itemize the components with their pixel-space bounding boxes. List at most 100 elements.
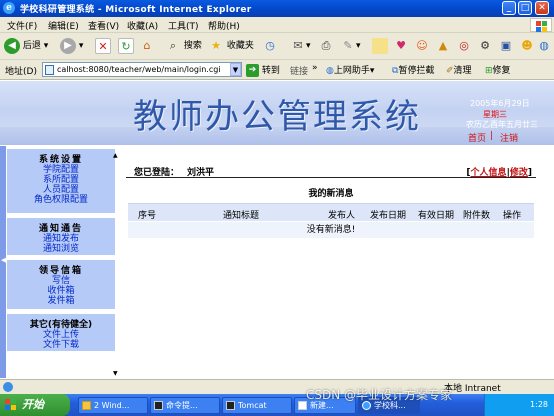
sidebar-item-outbox[interactable]: 发件箱: [7, 296, 115, 306]
sidebar-item-file-upload[interactable]: 文件上传: [7, 330, 115, 340]
online-helper-button[interactable]: ◍上网助手▾: [326, 63, 374, 76]
sidebar-item-file-download[interactable]: 文件下载: [7, 340, 115, 350]
menu-favorites[interactable]: 收藏(A): [127, 19, 158, 32]
maximize-button[interactable]: □: [518, 1, 532, 15]
history-button[interactable]: ◷: [262, 37, 278, 55]
sidebar-item-role-permission-config[interactable]: 角色权限配置: [7, 195, 115, 205]
page-status-icon: [3, 382, 13, 392]
repair-icon: ⊞: [485, 66, 493, 76]
sidebar-item-department-config[interactable]: 系所配置: [7, 175, 115, 185]
refresh-icon: ↻: [118, 37, 134, 54]
home-button[interactable]: ⌂: [139, 37, 155, 55]
back-button[interactable]: ◀ 后退 ▾: [4, 37, 48, 55]
menu-edit[interactable]: 编辑(E): [48, 19, 79, 32]
sidebar-item-publish-notice[interactable]: 通知发布: [7, 234, 115, 244]
printer-icon: ⎙: [321, 38, 331, 52]
sidebar-group-system: 系统设置 学院配置 系所配置 人员配置 角色权限配置: [6, 148, 116, 214]
logout-link[interactable]: 注销: [500, 131, 518, 144]
discuss-button[interactable]: [372, 37, 388, 55]
extension-1-button[interactable]: ♥: [393, 37, 409, 55]
address-bar: 地址(D) calhost:8080/teacher/web/main/logi…: [0, 60, 554, 80]
sidebar-item-browse-notice[interactable]: 通知浏览: [7, 244, 115, 254]
sidebar-group-notice: 通知通告 通知发布 通知浏览: [6, 217, 116, 256]
extension-5-button[interactable]: ⚙: [477, 37, 493, 55]
address-input[interactable]: calhost:8080/teacher/web/main/login.cgi: [42, 62, 242, 77]
extension-4-button[interactable]: ◎: [456, 37, 472, 55]
sidebar-item-college-config[interactable]: 学院配置: [7, 165, 115, 175]
task-windows-explorer[interactable]: 2 Wind...: [78, 397, 148, 414]
search-button[interactable]: ⌕ 搜索: [165, 37, 202, 55]
stop-button[interactable]: ✕: [95, 37, 111, 55]
clock[interactable]: 1:28: [530, 400, 548, 409]
minimize-button[interactable]: _: [502, 1, 516, 15]
links-label[interactable]: 链接: [290, 64, 308, 77]
frame-scroll-up-icon[interactable]: ▲: [113, 152, 118, 159]
extension-8-button[interactable]: ◍: [538, 37, 550, 55]
forward-button[interactable]: ▶ ▾: [60, 37, 83, 55]
history-icon: ◷: [265, 38, 275, 52]
start-label: 开始: [22, 398, 44, 411]
menu-tools[interactable]: 工具(T): [168, 19, 199, 32]
target-icon: ◎: [459, 38, 469, 52]
sidebar-item-inbox[interactable]: 收件箱: [7, 286, 115, 296]
messages-table: 序号 通知标题 发布人 发布日期 有效日期 附件数 操作 没有新消息!: [128, 203, 534, 238]
extension-7-button[interactable]: ☻: [519, 37, 535, 55]
status-bar: 本地 Intranet: [0, 379, 554, 394]
menu-help[interactable]: 帮助(H): [208, 19, 240, 32]
menu-view[interactable]: 查看(V): [88, 19, 119, 32]
start-button[interactable]: 开始: [0, 394, 70, 416]
globe-icon: ◍: [539, 38, 549, 52]
stop-icon: ✕: [95, 37, 111, 54]
chevron-icon[interactable]: »: [312, 63, 318, 73]
app-title: 教师办公管理系统: [133, 97, 421, 137]
banner-date: 2005年6月29日: [470, 99, 530, 108]
sidebar-item-personnel-config[interactable]: 人员配置: [7, 185, 115, 195]
frame-scroll-down-icon[interactable]: ▼: [113, 370, 118, 377]
window-title-bar[interactable]: e 学校科研管理系统 - Microsoft Internet Explorer…: [0, 0, 554, 17]
column-header: 序号: [138, 211, 157, 221]
windows-flag-icon: [5, 399, 17, 411]
edit-page-button[interactable]: ✎ ▾: [340, 37, 360, 55]
sidebar-group-other: 其它(有待健全) 文件上传 文件下载: [6, 313, 116, 352]
mail-icon: ✉: [293, 38, 303, 52]
task-command-prompt[interactable]: 命令提...: [150, 397, 220, 414]
broom-icon: ✐: [446, 66, 454, 76]
sidebar-item-write-letter[interactable]: 写信: [7, 276, 115, 286]
favorites-button[interactable]: ★ 收藏夹: [208, 37, 254, 55]
go-button[interactable]: ➔ 转到: [246, 63, 280, 77]
home-link[interactable]: 首页: [468, 131, 486, 144]
extension-2-button[interactable]: ☺: [414, 37, 430, 55]
extension-3-button[interactable]: ▲: [435, 37, 451, 55]
emoticon-icon: ☻: [521, 38, 533, 52]
print-button[interactable]: ⎙: [318, 37, 334, 55]
clean-button[interactable]: ✐清理: [446, 63, 472, 76]
go-label: 转到: [261, 66, 280, 76]
console-icon: [226, 401, 235, 410]
task-tomcat[interactable]: Tomcat: [222, 397, 292, 414]
extension-6-button[interactable]: ▣: [498, 37, 514, 55]
close-button[interactable]: ✕: [535, 1, 549, 15]
mail-button[interactable]: ✉ ▾: [290, 37, 310, 55]
sidebar-group-title: 领导信箱: [38, 266, 83, 276]
clean-label: 清理: [453, 66, 472, 76]
ie-app-icon: e: [3, 2, 15, 14]
repair-button[interactable]: ⊞修复: [485, 63, 511, 76]
menu-file[interactable]: 文件(F): [7, 19, 37, 32]
address-label: 地址(D): [5, 67, 37, 77]
sidebar-group-title: 其它(有待健全): [29, 320, 93, 330]
csdn-watermark: CSDN @毕业设计方案专家: [306, 388, 453, 402]
table-row-empty: 没有新消息!: [128, 221, 534, 238]
refresh-button[interactable]: ↻: [118, 37, 134, 55]
smile-icon: ☺: [416, 38, 428, 52]
popup-block-button[interactable]: ⧉暂停拦截: [392, 63, 434, 76]
divider: [126, 177, 536, 178]
menu-bar: 文件(F) 编辑(E) 查看(V) 收藏(A) 工具(T) 帮助(H): [0, 17, 554, 33]
search-label: 搜索: [183, 41, 202, 51]
address-dropdown-button[interactable]: ▼: [230, 63, 241, 76]
sidebar-group-title: 通知通告: [38, 224, 83, 234]
helper-icon: ◍: [326, 66, 334, 76]
windows-logo-icon: [530, 18, 552, 32]
popup-block-label: 暂停拦截: [398, 66, 435, 76]
search-icon: ⌕: [169, 38, 177, 52]
sidebar-group-mailbox: 领导信箱 写信 收件箱 发件箱: [6, 259, 116, 310]
